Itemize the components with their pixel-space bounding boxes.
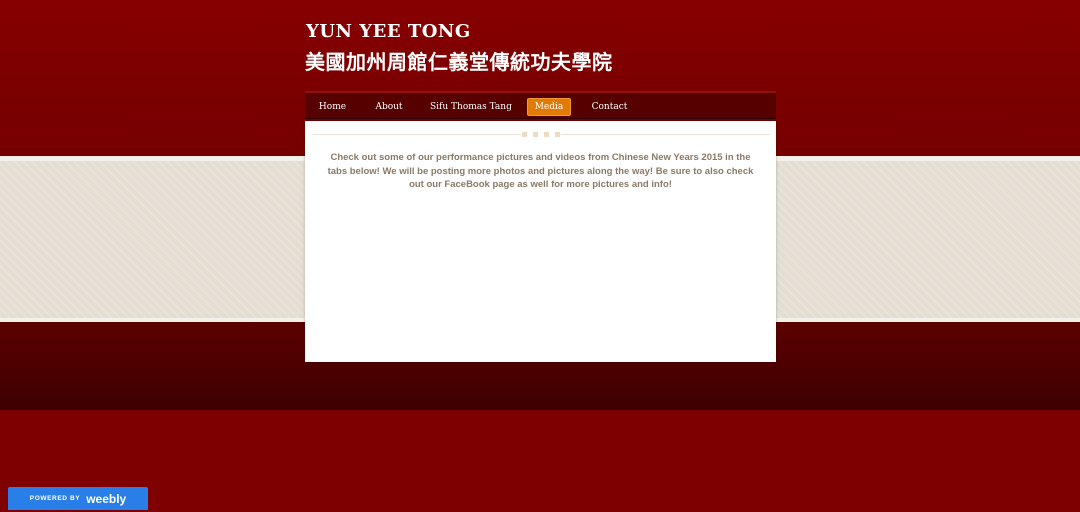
divider-ornament	[521, 132, 561, 137]
nav-item-about[interactable]: About	[371, 98, 407, 116]
nav-item-contact[interactable]: Contact	[591, 98, 628, 116]
site-title[interactable]: YUN YEE TONG	[306, 21, 471, 42]
nav-item-sifu-thomas-tang[interactable]: Sifu Thomas Tang	[430, 98, 512, 116]
nav-item-media[interactable]: Media	[527, 98, 571, 116]
weebly-logo: weebly	[86, 491, 127, 506]
site-subtitle: 美國加州周館仁義堂傳統功夫學院	[305, 50, 613, 74]
weebly-badge[interactable]: POWERED BY weebly	[8, 487, 148, 510]
nav-item-home[interactable]: Home	[315, 98, 350, 116]
main-navigation: Home About Sifu Thomas Tang Media Contac…	[305, 91, 776, 119]
footer-band	[0, 410, 1080, 512]
content-panel: Check out some of our performance pictur…	[305, 121, 776, 362]
badge-powered-label: POWERED BY	[29, 495, 81, 502]
intro-paragraph: Check out some of our performance pictur…	[327, 152, 754, 190]
